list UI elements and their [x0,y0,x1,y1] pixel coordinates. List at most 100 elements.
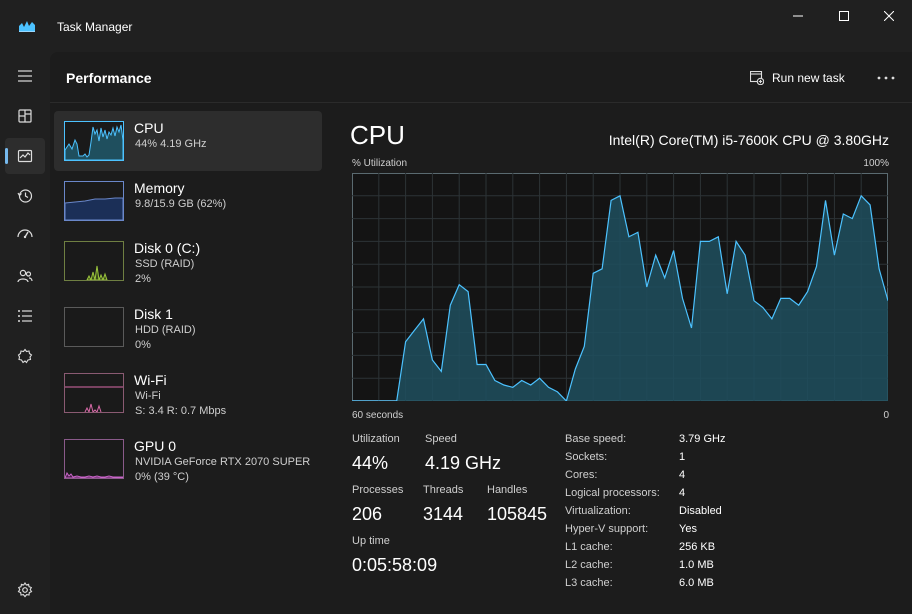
device-name: Disk 0 (C:) [134,240,201,256]
spec-value: 4 [679,487,686,499]
cpu-thumbnail-graph [64,121,124,161]
spec-value: 256 KB [679,541,716,553]
spec-value: Disabled [679,505,722,517]
nav-menu-button[interactable] [5,58,45,94]
device-detail: S: 3.4 R: 0.7 Mbps [135,405,227,417]
spec-label: Logical processors: [565,487,660,499]
spec-label: Base speed: [565,433,627,445]
device-name: Disk 1 [134,306,173,322]
device-detail: 0% (39 °C) [135,471,189,483]
graph-x-left-label: 60 seconds [352,410,404,421]
minimize-icon [793,15,803,17]
detail-title: CPU [350,120,405,150]
nav-settings[interactable] [5,572,45,608]
handles-value: 105845 [487,504,548,524]
speed-value: 4.19 GHz [425,453,502,473]
device-name: Memory [134,180,185,196]
device-item-wifi[interactable]: Wi-Fi Wi-Fi S: 3.4 R: 0.7 Mbps [54,363,322,423]
device-item-cpu[interactable]: CPU 44% 4.19 GHz [54,111,322,171]
device-name: Wi-Fi [134,372,167,388]
device-detail: 2% [135,273,151,285]
gpu-0-thumbnail-graph [64,439,124,479]
graph-y-max-label: 100% [863,158,889,169]
spec-label: L2 cache: [565,559,613,571]
processes-label: Processes [352,484,404,496]
nav-app-history[interactable] [5,178,45,214]
run-new-task-label: Run new task [772,71,845,85]
settings-icon [17,582,33,598]
spec-value: 4 [679,469,686,481]
close-icon [884,11,894,21]
header-divider [50,102,912,103]
app-history-icon [17,189,33,203]
minimize-button[interactable] [775,0,821,32]
users-icon [17,269,33,283]
device-detail: 9.8/15.9 GB (62%) [135,198,227,210]
services-icon [17,348,33,364]
device-name: GPU 0 [134,438,177,454]
spec-label: L1 cache: [565,541,613,553]
nav-details[interactable] [5,298,45,334]
main-panel: Performance Run new task CPU 44% 4.19 GH… [50,52,912,614]
cpu-model: Intel(R) Core(TM) i5-7600K CPU @ 3.80GHz [608,132,889,148]
spec-label: L3 cache: [565,577,613,589]
more-icon [877,76,895,80]
nav-processes[interactable] [5,98,45,134]
nav-users[interactable] [5,258,45,294]
maximize-icon [839,11,849,21]
run-new-task-icon [750,71,764,85]
spec-label: Virtualization: [565,505,631,517]
speed-label: Speed [425,433,457,445]
more-options-button[interactable] [874,67,898,89]
cpu-utilization-graph [352,173,888,401]
page-title: Performance [66,70,152,86]
threads-value: 3144 [423,504,464,524]
threads-label: Threads [423,484,464,496]
nav-startup-apps[interactable] [5,218,45,254]
device-detail: HDD (RAID) [135,324,196,336]
close-button[interactable] [866,0,912,32]
processes-value: 206 [352,504,383,524]
uptime-value: 0:05:58:09 [352,555,438,575]
device-detail: NVIDIA GeForce RTX 2070 SUPER [135,456,311,468]
device-item-gpu-0[interactable]: GPU 0 NVIDIA GeForce RTX 2070 SUPER 0% (… [54,429,322,489]
disk-1-thumbnail-graph [64,307,124,347]
spec-label: Cores: [565,469,598,481]
utilization-value: 44% [352,453,389,473]
navigation-rail [0,52,50,614]
device-detail: 0% [135,339,151,351]
spec-value: 3.79 GHz [679,433,726,445]
spec-label: Hyper-V support: [565,523,649,535]
memory-thumbnail-graph [64,181,124,221]
details-icon [18,310,32,322]
device-item-disk-1[interactable]: Disk 1 HDD (RAID) 0% [54,297,322,357]
processes-icon [18,109,32,123]
spec-label: Sockets: [565,451,608,463]
device-detail: Wi-Fi [135,390,161,402]
uptime-label: Up time [352,535,390,547]
utilization-label: Utilization [352,433,400,445]
device-item-memory[interactable]: Memory 9.8/15.9 GB (62%) [54,171,322,231]
window-title: Task Manager [57,20,133,34]
wifi-thumbnail-graph [64,373,124,413]
graph-x-right-label: 0 [883,410,889,421]
task-manager-app-icon [19,19,35,32]
run-new-task-button[interactable]: Run new task [750,67,845,89]
menu-icon [18,70,32,82]
handles-label: Handles [487,484,528,496]
spec-value: 1.0 MB [679,559,714,571]
nav-services[interactable] [5,338,45,374]
device-detail: 44% 4.19 GHz [135,138,207,150]
device-detail: SSD (RAID) [135,258,195,270]
graph-y-label: % Utilization [352,158,408,169]
device-name: CPU [134,120,164,136]
nav-performance[interactable] [5,138,45,174]
maximize-button[interactable] [821,0,867,32]
startup-apps-icon [17,229,33,239]
performance-icon [17,149,33,163]
spec-value: 1 [679,451,686,463]
device-item-disk-0[interactable]: Disk 0 (C:) SSD (RAID) 2% [54,231,322,291]
title-bar: Task Manager [0,0,912,52]
spec-value: Yes [679,523,697,535]
spec-value: 6.0 MB [679,577,714,589]
